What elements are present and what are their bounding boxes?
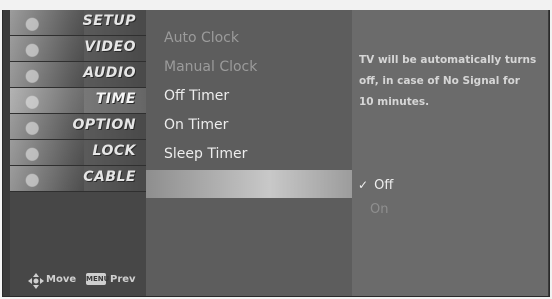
time-submenu: Auto Clock Manual Clock Off Timer On Tim… [146, 10, 352, 296]
category-label: OPTION [72, 117, 136, 133]
category-label: LOCK [92, 143, 136, 159]
submenu-item-auto-clock[interactable]: Auto Clock [146, 24, 352, 52]
help-text-line: 10 minutes. [359, 96, 430, 108]
category-video[interactable]: VIDEO [10, 36, 146, 62]
move-arrows-icon [28, 273, 44, 289]
option-off-label: Off [374, 178, 394, 193]
category-label: SETUP [82, 13, 136, 29]
option-on[interactable]: On [370, 202, 388, 217]
category-menu: SETUP VIDEO AUDIO TIME OPTION LOCK CABLE… [10, 10, 146, 296]
top-border [0, 0, 552, 10]
audio-thumbnail-icon [10, 62, 84, 87]
option-on-label: On [370, 202, 389, 217]
video-thumbnail-icon [10, 36, 84, 61]
category-audio[interactable]: AUDIO [10, 62, 146, 88]
category-setup[interactable]: SETUP [10, 10, 146, 36]
info-panel: TV will be automatically turns off, in c… [352, 10, 548, 296]
help-text-line: off, in case of No Signal for [359, 75, 520, 87]
checkmark-icon: ✓ [358, 178, 369, 192]
category-option[interactable]: OPTION [10, 114, 146, 140]
time-thumbnail-icon [10, 88, 84, 113]
submenu-item-off-timer[interactable]: Off Timer [146, 82, 352, 110]
category-label: AUDIO [83, 65, 136, 81]
category-label: TIME [95, 91, 136, 107]
cable-thumbnail-icon [10, 166, 84, 191]
option-off[interactable]: ✓ Off [358, 178, 393, 193]
submenu-item-auto-off[interactable] [146, 170, 352, 198]
category-label: CABLE [83, 169, 136, 185]
submenu-item-manual-clock[interactable]: Manual Clock [146, 53, 352, 81]
submenu-item-sleep-timer[interactable]: Sleep Timer [146, 140, 352, 168]
setup-thumbnail-icon [10, 10, 84, 35]
prev-hint-label: Prev [110, 274, 136, 285]
menu-key-icon: MENU [86, 273, 110, 285]
help-text-line: TV will be automatically turns [359, 54, 537, 66]
move-hint-label: Move [46, 274, 77, 285]
submenu-item-on-timer[interactable]: On Timer [146, 111, 352, 139]
category-lock[interactable]: LOCK [10, 140, 146, 166]
category-label: VIDEO [84, 39, 136, 55]
category-time[interactable]: TIME [10, 88, 146, 114]
help-text: TV will be automatically turns off, in c… [359, 50, 545, 113]
category-cable[interactable]: CABLE [10, 166, 146, 192]
navigation-hints: Move MENU Prev [10, 264, 146, 294]
lock-thumbnail-icon [10, 140, 84, 165]
